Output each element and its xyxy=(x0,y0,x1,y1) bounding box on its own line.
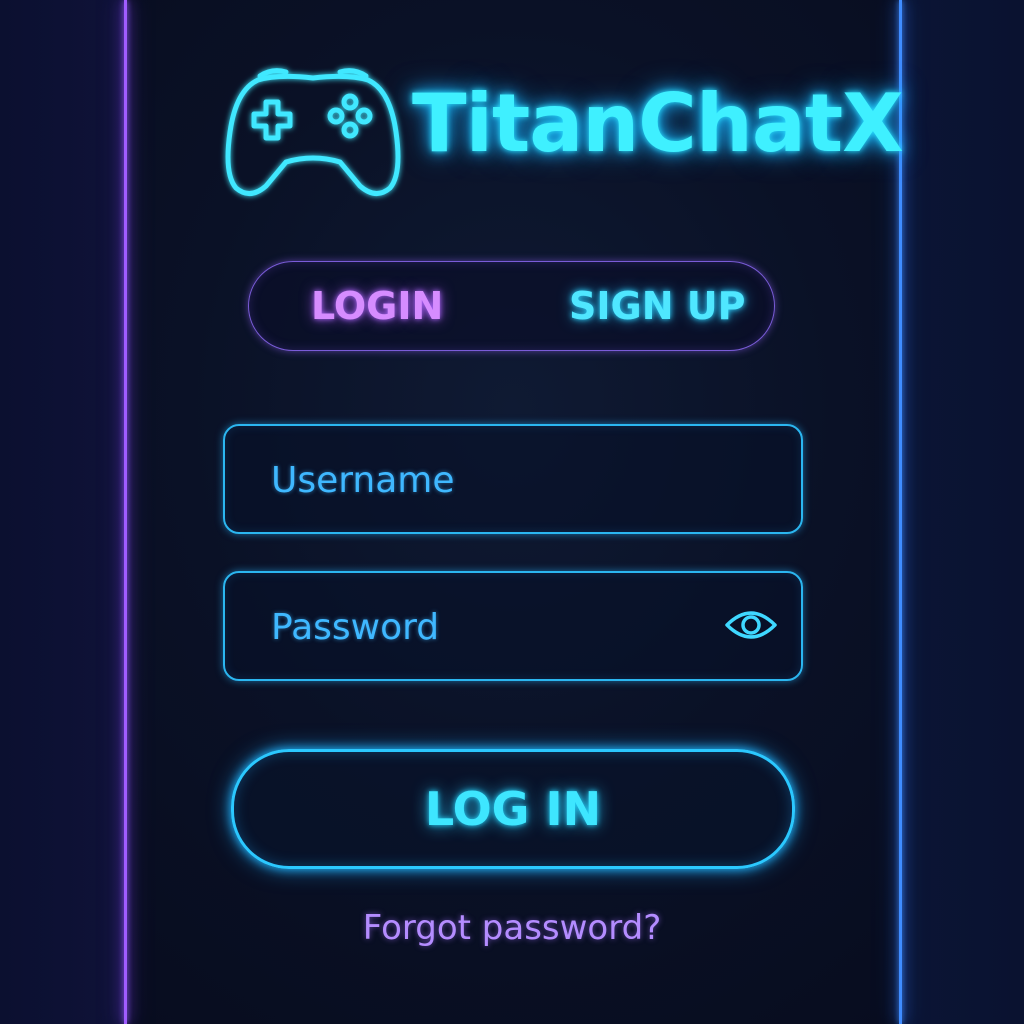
auth-tab-switcher: LOGIN SIGN UP xyxy=(248,261,775,351)
eye-icon[interactable] xyxy=(723,603,779,647)
left-neon-divider xyxy=(124,0,127,1024)
left-side-panel xyxy=(0,0,125,1024)
app-title: TitanChatX xyxy=(412,77,904,170)
forgot-password-link[interactable]: Forgot password? xyxy=(0,908,1024,948)
username-field-container xyxy=(223,424,803,534)
tab-sign-up[interactable]: SIGN UP xyxy=(569,262,745,350)
tab-login[interactable]: LOGIN xyxy=(311,262,443,350)
app-logo: TitanChatX xyxy=(220,62,904,202)
password-field-container xyxy=(223,571,803,681)
right-side-panel xyxy=(901,0,1024,1024)
username-input[interactable] xyxy=(269,426,713,534)
login-screen: TitanChatX LOGIN SIGN UP LOG IN Forgot p… xyxy=(0,0,1024,1024)
password-input[interactable] xyxy=(269,573,713,681)
gamepad-icon xyxy=(220,62,406,200)
log-in-button[interactable]: LOG IN xyxy=(231,749,795,869)
